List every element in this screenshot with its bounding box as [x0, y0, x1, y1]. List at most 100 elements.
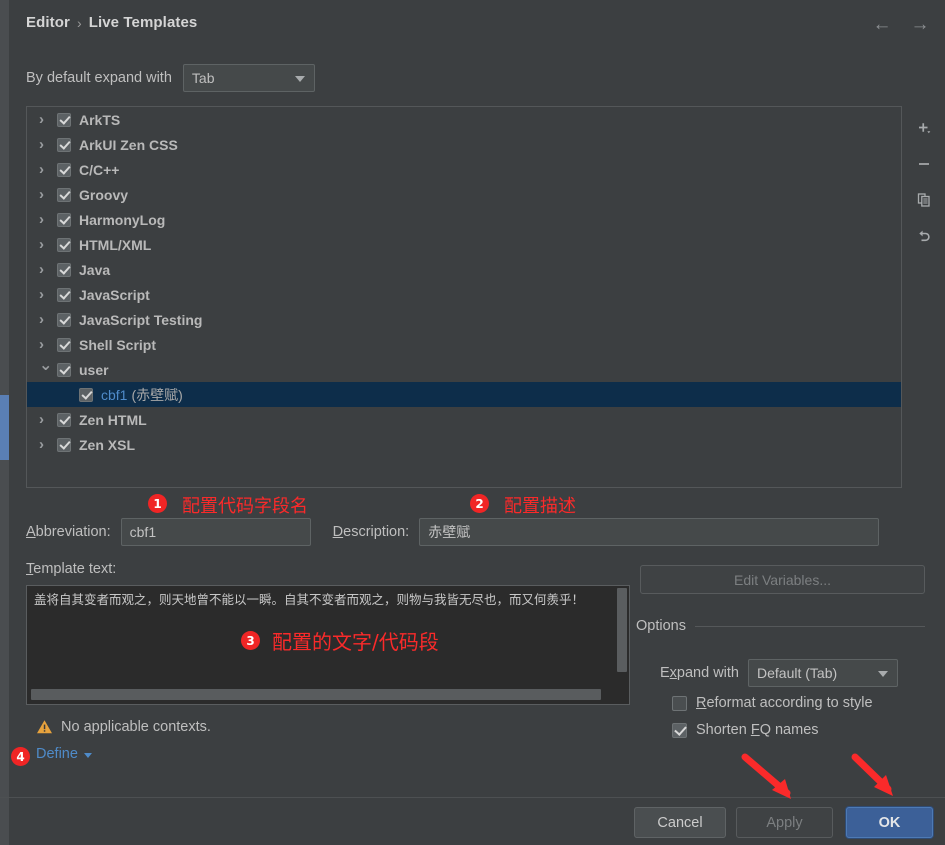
tree-row-checkbox[interactable] [57, 337, 71, 352]
arrow-to-ok-button [851, 753, 893, 796]
tree-row[interactable]: ⌄ user [27, 357, 901, 382]
chevron-right-icon[interactable]: › [39, 187, 57, 202]
tree-row-label: C/C++ [79, 161, 120, 178]
chevron-right-icon[interactable]: › [39, 262, 57, 277]
tree-row-sublabel: (赤壁赋) [131, 386, 183, 403]
description-input[interactable]: 赤壁赋 [419, 518, 880, 546]
tree-row-checkbox[interactable] [57, 362, 71, 377]
reformat-label: Reformat according to style [696, 695, 873, 711]
define-label: Define [36, 746, 78, 762]
annotation-text-3: 配置的文字/代码段 [272, 630, 439, 654]
define-link[interactable]: Define [36, 746, 92, 762]
annotation-text-2: 配置描述 [504, 496, 576, 517]
reformat-checkbox[interactable] [672, 695, 687, 711]
tree-row-checkbox[interactable] [57, 412, 71, 427]
settings-tree-scrollbar-thumb[interactable] [0, 395, 9, 460]
navigation-arrows: ← → [871, 13, 931, 35]
tree-row[interactable]: › HTML/XML [27, 232, 901, 257]
footer-divider [0, 797, 945, 798]
chevron-right-icon[interactable]: › [39, 137, 57, 152]
abbreviation-label: Abbreviation: [26, 524, 111, 540]
description-label: Description: [332, 524, 410, 540]
tree-row[interactable]: › Shell Script [27, 332, 901, 357]
chevron-down-icon[interactable]: ⌄ [39, 357, 57, 374]
chevron-right-icon[interactable]: › [39, 287, 57, 302]
back-arrow-icon[interactable]: ← [871, 13, 893, 35]
default-expand-row: By default expand with Tab [26, 64, 315, 92]
tree-row[interactable]: › Zen HTML [27, 407, 901, 432]
tree-row-checkbox[interactable] [79, 387, 93, 402]
tree-row-checkbox[interactable] [57, 437, 71, 452]
tree-row[interactable]: › ArkUI Zen CSS [27, 132, 901, 157]
tree-row[interactable]: › Java [27, 257, 901, 282]
tree-row[interactable]: › Zen XSL [27, 432, 901, 457]
forward-arrow-icon[interactable]: → [909, 13, 931, 35]
options-section-header: Options [636, 618, 925, 634]
tree-row[interactable]: › HarmonyLog [27, 207, 901, 232]
template-text-horizontal-scrollbar[interactable] [31, 689, 601, 700]
settings-tree-scrollbar[interactable] [0, 0, 9, 845]
tree-row[interactable]: › Groovy [27, 182, 901, 207]
cancel-button[interactable]: Cancel [634, 807, 726, 838]
tree-row-checkbox[interactable] [57, 312, 71, 327]
add-icon[interactable] [911, 116, 937, 140]
edit-variables-button[interactable]: Edit Variables... [640, 565, 925, 594]
no-contexts-text: No applicable contexts. [61, 719, 211, 735]
options-divider [694, 625, 925, 627]
breadcrumb-root[interactable]: Editor [26, 14, 70, 31]
live-templates-settings-dialog: Editor › Live Templates ← → By default e… [0, 0, 945, 845]
template-text-label: Template text: [26, 561, 117, 577]
breadcrumb-current: Live Templates [88, 14, 198, 31]
annotation-badge-3: 3 [241, 631, 260, 650]
annotation-badge-4: 4 [11, 747, 30, 766]
ok-button[interactable]: OK [846, 807, 933, 838]
abbreviation-input[interactable]: cbf1 [120, 518, 311, 546]
tree-row-checkbox[interactable] [57, 112, 71, 127]
chevron-right-icon[interactable]: › [39, 162, 57, 177]
expand-with-label: Expand with [660, 665, 739, 681]
chevron-right-icon[interactable]: › [39, 337, 57, 352]
tree-row[interactable]: › C/C++ [27, 157, 901, 182]
tree-row-checkbox[interactable] [57, 162, 71, 177]
tree-row-checkbox[interactable] [57, 212, 71, 227]
shorten-fq-checkbox-row[interactable]: Shorten FQ names [672, 722, 819, 738]
breadcrumb: Editor › Live Templates [26, 14, 197, 31]
reformat-checkbox-row[interactable]: Reformat according to style [672, 695, 873, 711]
expand-with-combobox[interactable]: Default (Tab) [748, 659, 898, 687]
tree-row[interactable]: cbf1 (赤壁赋) [27, 382, 901, 407]
tree-row-checkbox[interactable] [57, 237, 71, 252]
tree-row[interactable]: › JavaScript [27, 282, 901, 307]
tree-row-label: Zen HTML [79, 411, 147, 428]
default-expand-combobox[interactable]: Tab [182, 64, 315, 92]
abbreviation-description-row: Abbreviation: cbf1 Description: 赤壁赋 [26, 518, 924, 546]
chevron-right-icon[interactable]: › [39, 437, 57, 452]
tree-row[interactable]: › JavaScript Testing [27, 307, 901, 332]
tree-row-checkbox[interactable] [57, 262, 71, 277]
shorten-fq-checkbox[interactable] [672, 722, 687, 738]
chevron-right-icon[interactable]: › [39, 237, 57, 252]
annotation-badge-1: 1 [148, 494, 167, 513]
chevron-right-icon[interactable]: › [39, 312, 57, 327]
chevron-right-icon[interactable]: › [39, 212, 57, 227]
revert-icon[interactable] [911, 224, 937, 248]
chevron-down-icon [294, 76, 305, 82]
tree-row-checkbox[interactable] [57, 287, 71, 302]
tree-row-checkbox[interactable] [57, 137, 71, 152]
tree-row-label: HTML/XML [79, 236, 152, 253]
options-section-title: Options [636, 618, 686, 634]
template-text-vertical-scrollbar[interactable] [617, 588, 627, 672]
warning-icon [37, 720, 52, 734]
apply-button[interactable]: Apply [736, 807, 833, 838]
chevron-right-icon[interactable]: › [39, 412, 57, 427]
tree-row[interactable]: › ArkTS [27, 107, 901, 132]
tree-row-label: user [79, 361, 109, 378]
tree-row-label: JavaScript [79, 286, 150, 303]
tree-row-label: ArkUI Zen CSS [79, 136, 178, 153]
chevron-right-icon[interactable]: › [39, 112, 57, 127]
remove-icon[interactable] [911, 152, 937, 176]
tree-row-label: Shell Script [79, 336, 157, 353]
tree-row-checkbox[interactable] [57, 187, 71, 202]
duplicate-icon[interactable] [911, 188, 937, 212]
expand-with-row: Expand with Default (Tab) [660, 659, 898, 687]
live-templates-tree[interactable]: › ArkTS › ArkUI Zen CSS › C/C++ › Groovy › Harmon… [26, 106, 902, 488]
